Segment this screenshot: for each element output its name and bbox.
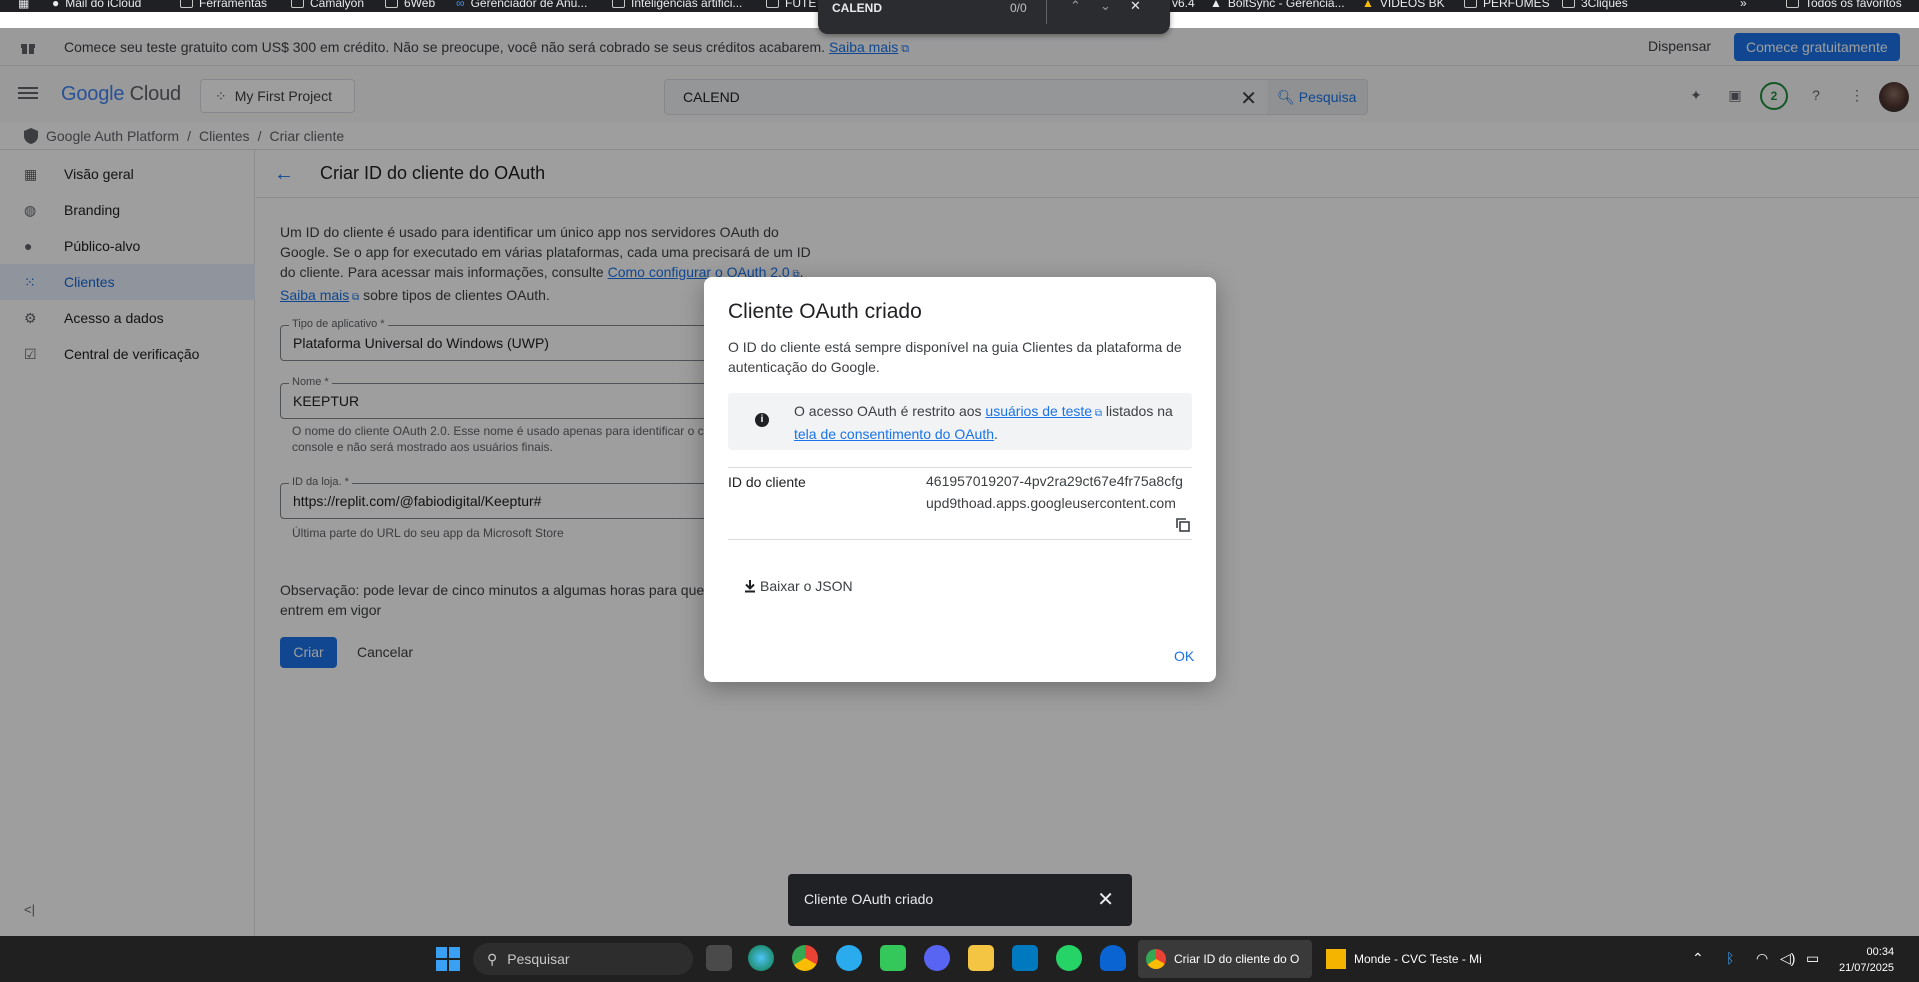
chevron-up-icon[interactable]: ⌃	[1692, 950, 1704, 967]
drive-icon: ▲	[1362, 0, 1374, 10]
apps-grid-icon[interactable]: ▦	[18, 0, 29, 10]
download-icon	[745, 580, 755, 593]
bookmark-3[interactable]: 6Web	[385, 0, 435, 10]
wifi-icon[interactable]: ◠	[1756, 950, 1768, 967]
discord-icon[interactable]	[924, 945, 950, 971]
phone-app-icon[interactable]	[880, 945, 906, 971]
clock-time: 00:34	[1866, 946, 1895, 958]
folder-icon	[180, 0, 193, 8]
download-json-button[interactable]: Baixar o JSON	[742, 578, 853, 594]
test-users-link[interactable]: usuários de teste	[985, 403, 1092, 419]
taskbar-search[interactable]: ⚲ Pesquisar	[473, 943, 693, 975]
folder-icon	[1464, 0, 1477, 8]
oauth-created-dialog: Cliente OAuth criado O ID do cliente est…	[704, 277, 1216, 682]
close-snackbar-icon[interactable]: ✕	[1097, 887, 1114, 912]
battery-icon[interactable]: ▭	[1806, 950, 1819, 967]
apple-icon: ●	[52, 0, 60, 10]
client-id-label: ID do cliente	[728, 474, 806, 490]
folder-icon	[385, 0, 398, 8]
dialog-title: Cliente OAuth criado	[728, 300, 922, 323]
bolt-icon: ▲	[1210, 0, 1222, 10]
external-link-icon: ⧉	[1092, 408, 1102, 419]
monde-icon	[1326, 949, 1346, 969]
chrome-icon	[1146, 949, 1166, 969]
onedrive-icon[interactable]	[1100, 945, 1126, 971]
windows-start-icon[interactable]	[436, 947, 460, 971]
find-next-icon[interactable]: ⌄	[1100, 0, 1111, 14]
bookmark-0[interactable]: ● Mail do iCloud	[52, 0, 141, 10]
bookmark-6[interactable]: FUTE	[766, 0, 816, 10]
divider	[1046, 0, 1047, 24]
volume-icon[interactable]: ◁)	[1780, 950, 1795, 967]
bookmark-8[interactable]: ▲ BoltSync - Gerencia...	[1210, 0, 1345, 10]
find-count: 0/0	[1010, 1, 1027, 15]
snackbar: Cliente OAuth criado ✕	[788, 874, 1132, 926]
system-clock[interactable]: 00:34 21/07/2025	[1839, 944, 1894, 976]
folder-icon	[291, 0, 304, 8]
all-bookmarks[interactable]: Todos os favoritos	[1786, 0, 1902, 10]
meta-icon: ∞	[456, 0, 465, 10]
trello-icon[interactable]	[1012, 945, 1038, 971]
notice-text: O acesso OAuth é restrito aos usuários d…	[794, 403, 1173, 442]
find-bar: CALEND 0/0 ⌃ ⌄ ✕	[818, 0, 1170, 34]
folder-icon	[766, 0, 779, 8]
test-users-notice: i O acesso OAuth é restrito aos usuários…	[728, 393, 1192, 450]
bookmark-10[interactable]: PERFUMES	[1464, 0, 1550, 10]
whatsapp-icon[interactable]	[1056, 945, 1082, 971]
folder-icon	[1562, 0, 1575, 8]
find-previous-icon[interactable]: ⌃	[1070, 0, 1081, 14]
client-id-value[interactable]: 461957019207-4pv2ra29ct67e4fr75a8cfgupd9…	[926, 470, 1188, 514]
info-icon: i	[755, 413, 769, 427]
search-icon: ⚲	[487, 950, 498, 967]
find-query[interactable]: CALEND	[832, 1, 882, 15]
telegram-icon[interactable]	[836, 945, 862, 971]
taskbar-window-monde[interactable]: Monde - CVC Teste - Mi	[1318, 940, 1494, 978]
bookmark-11[interactable]: 3Cliques	[1562, 0, 1628, 10]
taskbar-window-chrome[interactable]: Criar ID do cliente do O	[1138, 940, 1312, 978]
chrome-icon[interactable]	[792, 945, 818, 971]
ok-button[interactable]: OK	[1174, 648, 1194, 664]
bluetooth-icon[interactable]: ᛒ	[1726, 950, 1734, 966]
windows-taskbar: ⚲ Pesquisar Criar ID do cliente do O Mond…	[0, 936, 1919, 982]
bookmark-2[interactable]: Camalyon	[291, 0, 364, 10]
copy-icon[interactable]	[1176, 518, 1190, 532]
file-explorer-icon[interactable]	[968, 945, 994, 971]
edge-icon[interactable]	[748, 945, 774, 971]
clock-date: 21/07/2025	[1839, 962, 1895, 974]
bookmark-4[interactable]: ∞ Gerenciador de Anú...	[456, 0, 587, 10]
bookmark-5[interactable]: Inteligencias artifici...	[612, 0, 742, 10]
close-find-icon[interactable]: ✕	[1130, 0, 1141, 14]
bookmark-9[interactable]: ▲ VÍDEOS BK	[1362, 0, 1445, 10]
folder-icon	[612, 0, 625, 8]
snackbar-text: Cliente OAuth criado	[804, 891, 934, 907]
consent-screen-link[interactable]: tela de consentimento do OAuth	[794, 426, 994, 442]
bookmark-7[interactable]: v6.4	[1172, 0, 1195, 10]
dialog-description: O ID do cliente está sempre disponível n…	[728, 339, 1182, 375]
client-id-row: ID do cliente 461957019207-4pv2ra29ct67e…	[728, 467, 1192, 540]
more-bookmarks-button[interactable]: »	[1740, 0, 1747, 10]
task-view-icon[interactable]	[706, 945, 732, 971]
bookmark-1[interactable]: Ferramentas	[180, 0, 267, 10]
folder-icon	[1786, 0, 1799, 8]
